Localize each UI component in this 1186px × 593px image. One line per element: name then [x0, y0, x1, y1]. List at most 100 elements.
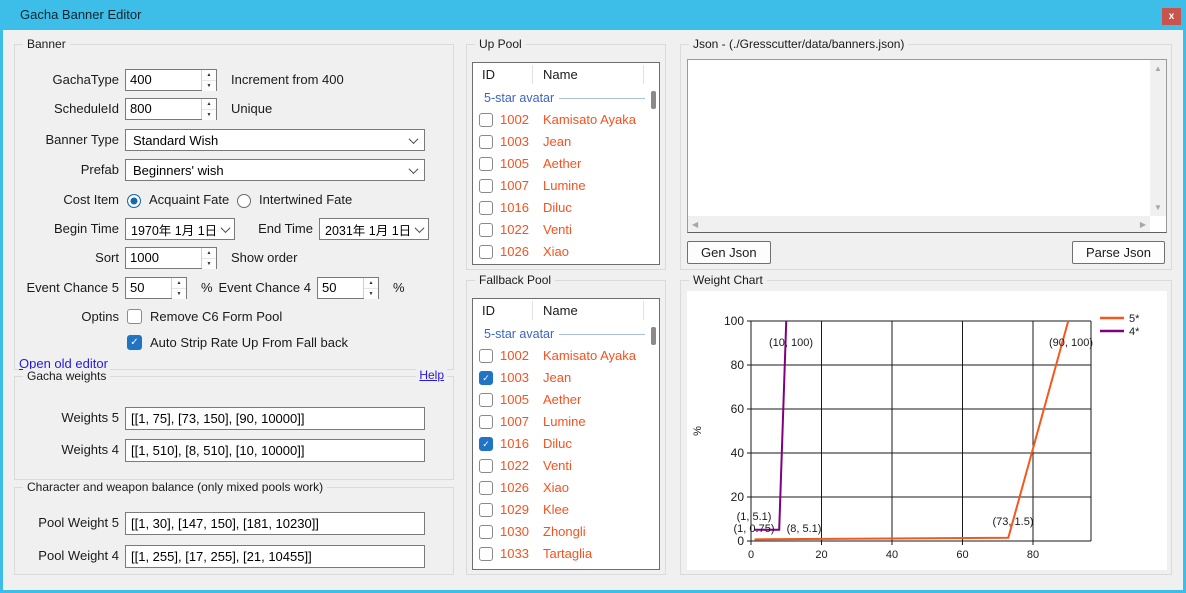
scroll-right-icon[interactable]: ▶: [1140, 220, 1146, 229]
checkbox-unchecked-icon[interactable]: [479, 525, 493, 539]
sort-value[interactable]: 1000: [126, 248, 201, 268]
checkbox-unchecked-icon[interactable]: [479, 459, 493, 473]
svg-text:(1, 0.75): (1, 0.75): [734, 523, 775, 535]
horizontal-scrollbar[interactable]: ◀ ▶: [688, 216, 1150, 232]
list-item[interactable]: 1030Zhongli: [473, 521, 659, 543]
spin-up-icon[interactable]: ▲: [202, 70, 216, 81]
scheduleid-value[interactable]: 800: [126, 99, 201, 119]
checkbox-unchecked-icon[interactable]: [479, 157, 493, 171]
pool-weight-4-input[interactable]: [[1, 255], [17, 255], [21, 10455]]: [125, 545, 425, 568]
list-item[interactable]: 1005Aether: [473, 153, 659, 175]
banner-type-select[interactable]: Standard Wish: [125, 129, 425, 151]
intertwined-fate-label[interactable]: Intertwined Fate: [259, 189, 352, 211]
scrollbar-thumb[interactable]: [651, 91, 656, 109]
parse-json-button[interactable]: Parse Json: [1072, 241, 1165, 264]
spin-down-icon[interactable]: ▼: [202, 81, 216, 91]
item-id: 1033: [500, 543, 529, 565]
scrollbar-thumb[interactable]: [651, 327, 656, 345]
vertical-scrollbar[interactable]: ▲ ▼: [1150, 60, 1166, 216]
titlebar[interactable]: Gacha Banner Editor x: [0, 0, 1186, 30]
checkbox-unchecked-icon[interactable]: [479, 201, 493, 215]
list-item[interactable]: 1002Kamisato Ayaka: [473, 345, 659, 367]
list-item[interactable]: 1005Aether: [473, 389, 659, 411]
weights-5-row: Weights 5 [[1, 75], [73, 150], [90, 1000…: [15, 407, 453, 429]
list-item[interactable]: 1002Kamisato Ayaka: [473, 109, 659, 131]
pool-weight-5-input[interactable]: [[1, 30], [147, 150], [181, 10230]]: [125, 512, 425, 535]
prefab-select[interactable]: Beginners' wish: [125, 159, 425, 181]
list-item[interactable]: ✓1016Diluc: [473, 433, 659, 455]
list-item[interactable]: 1007Lumine: [473, 175, 659, 197]
scroll-left-icon[interactable]: ◀: [692, 220, 698, 229]
cost-item-label: Cost Item: [15, 189, 119, 211]
auto-strip-checkbox[interactable]: ✓: [127, 335, 142, 350]
list-item[interactable]: ✓1035Qiqi: [473, 565, 659, 570]
checkbox-unchecked-icon[interactable]: [479, 415, 493, 429]
spin-up-icon[interactable]: ▲: [202, 248, 216, 259]
list-item[interactable]: 1007Lumine: [473, 411, 659, 433]
list-item[interactable]: ✓1003Jean: [473, 367, 659, 389]
prefab-value: Beginners' wish: [133, 163, 410, 178]
up-pool-list[interactable]: ID Name 5-star avatar 1002Kamisato Ayaka…: [472, 62, 660, 265]
list-item[interactable]: 1029Klee: [473, 499, 659, 521]
list-item[interactable]: 1016Diluc: [473, 197, 659, 219]
event-chance-5-value[interactable]: 50: [126, 278, 171, 298]
event-chance-4-spinner[interactable]: 50 ▲▼: [317, 277, 379, 299]
acquaint-fate-radio[interactable]: [127, 192, 141, 210]
fallback-pool-list[interactable]: ID Name 5-star avatar 1002Kamisato Ayaka…: [472, 298, 660, 570]
weight-chart-group: Weight Chart 020406080020406080100%(10, …: [680, 280, 1172, 575]
remove-c6-checkbox[interactable]: [127, 309, 142, 324]
checkbox-unchecked-icon[interactable]: [479, 481, 493, 495]
intertwined-fate-radio[interactable]: [237, 192, 251, 210]
checkbox-checked-icon[interactable]: ✓: [479, 371, 493, 385]
item-id: 1005: [500, 153, 529, 175]
list-item[interactable]: 1026Xiao: [473, 241, 659, 263]
item-id: 1016: [500, 197, 529, 219]
json-textarea[interactable]: ▲ ▼ ◀ ▶: [687, 59, 1167, 233]
scroll-up-icon[interactable]: ▲: [1154, 64, 1162, 73]
scheduleid-spinner[interactable]: 800 ▲▼: [125, 98, 217, 120]
end-time-picker[interactable]: 2031年 1月 1日: [319, 218, 429, 240]
close-button[interactable]: x: [1162, 8, 1181, 25]
checkbox-unchecked-icon[interactable]: [479, 245, 493, 259]
help-link[interactable]: Help: [416, 368, 447, 382]
weights-4-input[interactable]: [[1, 510], [8, 510], [10, 10000]]: [125, 439, 425, 462]
checkbox-unchecked-icon[interactable]: [479, 113, 493, 127]
checkbox-checked-icon[interactable]: ✓: [479, 569, 493, 570]
gen-json-button[interactable]: Gen Json: [687, 241, 771, 264]
checkbox-unchecked-icon[interactable]: [479, 503, 493, 517]
spin-up-icon[interactable]: ▲: [172, 278, 186, 289]
spin-up-icon[interactable]: ▲: [202, 99, 216, 110]
spin-down-icon[interactable]: ▼: [172, 289, 186, 299]
spin-up-icon[interactable]: ▲: [364, 278, 378, 289]
spin-down-icon[interactable]: ▼: [202, 259, 216, 269]
checkbox-unchecked-icon[interactable]: [479, 135, 493, 149]
acquaint-fate-label[interactable]: Acquaint Fate: [149, 189, 229, 211]
spin-down-icon[interactable]: ▼: [364, 289, 378, 299]
json-text[interactable]: [692, 62, 1148, 214]
scroll-down-icon[interactable]: ▼: [1154, 203, 1162, 212]
gachatype-value[interactable]: 400: [126, 70, 201, 90]
event-chance-5-spinner[interactable]: 50 ▲▼: [125, 277, 187, 299]
sort-spinner[interactable]: 1000 ▲▼: [125, 247, 217, 269]
chevron-down-icon: [409, 164, 419, 174]
remove-c6-label[interactable]: Remove C6 Form Pool: [150, 306, 282, 328]
gachatype-spinner[interactable]: 400 ▲▼: [125, 69, 217, 91]
weights-5-input[interactable]: [[1, 75], [73, 150], [90, 10000]]: [125, 407, 425, 430]
spin-down-icon[interactable]: ▼: [202, 110, 216, 120]
checkbox-unchecked-icon[interactable]: [479, 547, 493, 561]
chevron-down-icon: [409, 134, 419, 144]
list-item[interactable]: 1022Venti: [473, 219, 659, 241]
checkbox-unchecked-icon[interactable]: [479, 393, 493, 407]
list-item[interactable]: 1026Xiao: [473, 477, 659, 499]
checkbox-unchecked-icon[interactable]: [479, 223, 493, 237]
auto-strip-label[interactable]: Auto Strip Rate Up From Fall back: [150, 332, 348, 354]
list-item[interactable]: 1022Venti: [473, 455, 659, 477]
checkbox-unchecked-icon[interactable]: [479, 349, 493, 363]
list-item[interactable]: 1003Jean: [473, 131, 659, 153]
list-item[interactable]: 1033Tartaglia: [473, 543, 659, 565]
svg-text:20: 20: [731, 490, 745, 504]
event-chance-4-label: Event Chance 4: [201, 277, 311, 299]
event-chance-4-value[interactable]: 50: [318, 278, 363, 298]
checkbox-checked-icon[interactable]: ✓: [479, 437, 493, 451]
checkbox-unchecked-icon[interactable]: [479, 179, 493, 193]
